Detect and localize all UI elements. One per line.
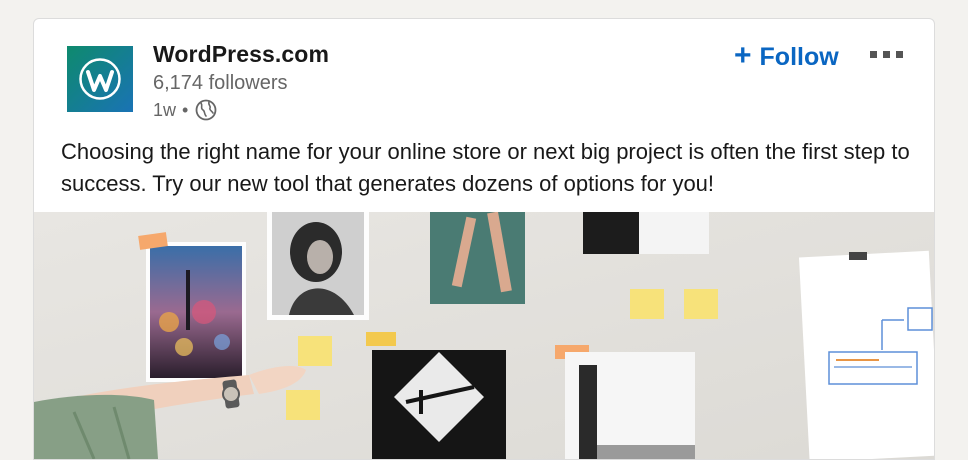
company-name[interactable]: WordPress.com — [153, 41, 329, 68]
dot — [896, 50, 903, 58]
post-text: Choosing the right name for your online … — [61, 139, 910, 196]
globe-icon — [195, 99, 217, 121]
follower-count: 6,174 followers — [153, 72, 288, 94]
dot — [883, 50, 890, 58]
meta-separator: • — [182, 99, 189, 120]
moodboard-photo — [34, 212, 934, 459]
post-time: 1w — [153, 99, 177, 120]
follow-label: Follow — [759, 42, 839, 71]
follow-button[interactable]: + Follow — [734, 39, 839, 75]
plus-icon: + — [734, 39, 752, 72]
dot — [870, 50, 877, 58]
post-image[interactable] — [34, 212, 934, 459]
feed-post-card: WordPress.com 6,174 followers 1w • + Fol… — [33, 18, 935, 460]
company-logo[interactable] — [67, 46, 133, 112]
wordpress-logo-icon — [79, 58, 121, 100]
more-options-button[interactable] — [870, 47, 910, 61]
post-meta: 1w • — [153, 97, 218, 123]
